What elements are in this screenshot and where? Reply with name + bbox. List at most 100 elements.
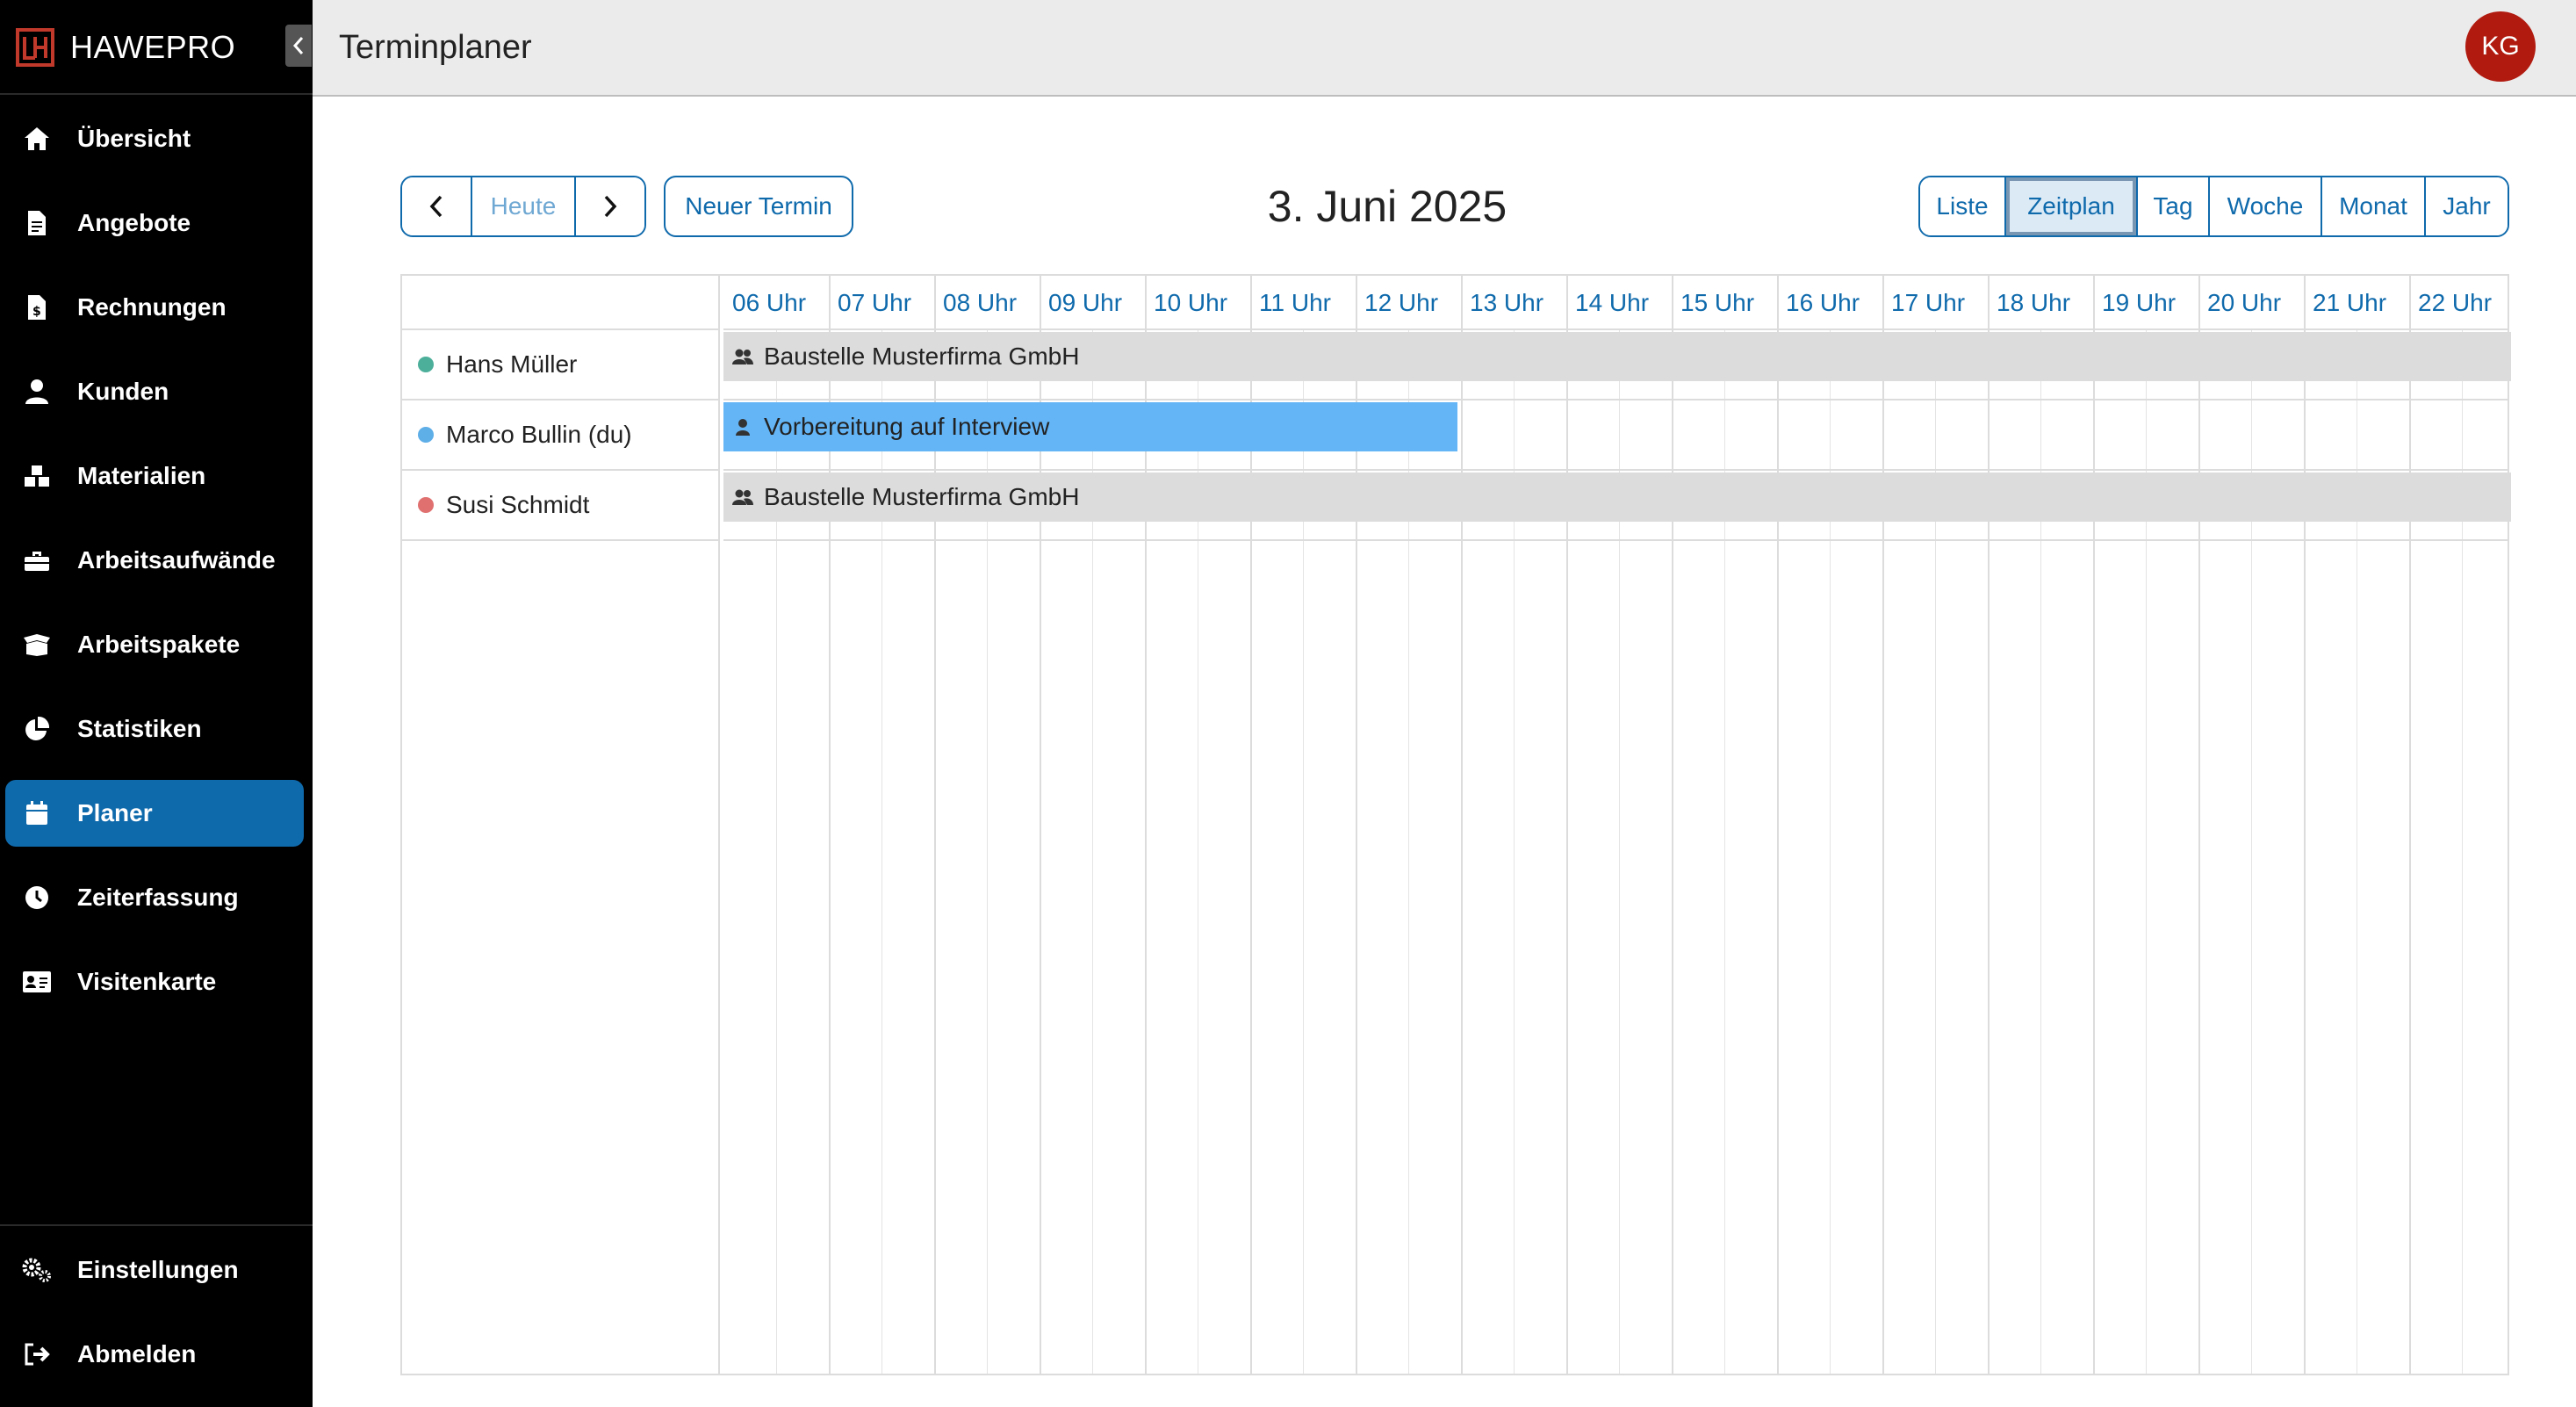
clock-icon bbox=[21, 882, 53, 913]
row-gridline bbox=[723, 539, 2509, 541]
hour-gridline bbox=[2198, 276, 2200, 1374]
sidebar-item-label: Planer bbox=[77, 799, 153, 826]
sidebar-item-label: Angebote bbox=[77, 209, 191, 236]
sidebar-item-label: Abmelden bbox=[77, 1340, 197, 1367]
hour-label: 07 Uhr bbox=[838, 289, 912, 316]
pie-chart-icon bbox=[21, 713, 53, 745]
sidebar-item-angebote[interactable]: Angebote bbox=[5, 190, 304, 256]
app-name: HAWEPRO bbox=[70, 29, 236, 65]
sidebar: HAWEPRO Übersicht Angebote $ Rechnungen bbox=[0, 0, 313, 1407]
chevron-left-icon bbox=[292, 37, 304, 54]
hour-gridline bbox=[1777, 276, 1779, 1374]
view-liste-button[interactable]: Liste bbox=[1920, 177, 2004, 235]
hour-gridline bbox=[1882, 276, 1884, 1374]
hour-label: 09 Uhr bbox=[1048, 289, 1123, 316]
view-zeitplan-button[interactable]: Zeitplan bbox=[2004, 177, 2136, 235]
sidebar-divider bbox=[0, 1224, 313, 1226]
box-open-icon bbox=[21, 629, 53, 660]
sidebar-item-planer[interactable]: Planer bbox=[5, 780, 304, 847]
hour-gridline bbox=[1672, 276, 1673, 1374]
view-tag-button[interactable]: Tag bbox=[2136, 177, 2208, 235]
sidebar-item-arbeitsaufwaende[interactable]: Arbeitsaufwände bbox=[5, 527, 304, 594]
calendar-event[interactable]: Baustelle Musterfirma GmbH bbox=[723, 332, 2511, 381]
resource-color-dot bbox=[418, 357, 434, 372]
sidebar-item-materialien[interactable]: Materialien bbox=[5, 443, 304, 509]
hour-label: 18 Uhr bbox=[1997, 289, 2071, 316]
sidebar-item-abmelden[interactable]: Abmelden bbox=[5, 1321, 304, 1388]
hour-gridline bbox=[1461, 276, 1463, 1374]
sidebar-item-label: Statistiken bbox=[77, 715, 202, 742]
view-monat-button[interactable]: Monat bbox=[2321, 177, 2424, 235]
hour-label: 13 Uhr bbox=[1470, 289, 1544, 316]
next-button[interactable] bbox=[574, 177, 644, 235]
page-title: Terminplaner bbox=[339, 29, 532, 66]
view-woche-button[interactable]: Woche bbox=[2208, 177, 2321, 235]
hour-label: 08 Uhr bbox=[943, 289, 1018, 316]
resource-header bbox=[402, 276, 718, 330]
view-switcher: Liste Zeitplan Tag Woche Monat Jahr bbox=[1918, 176, 2509, 237]
resource-color-dot bbox=[418, 497, 434, 513]
hour-header: 06 Uhr 07 Uhr 08 Uhr 09 Uhr 10 Uhr 11 Uhr 12 U… bbox=[723, 276, 2509, 330]
resource-row[interactable]: Susi Schmidt bbox=[402, 471, 718, 541]
sidebar-item-label: Visitenkarte bbox=[77, 968, 217, 995]
resource-column: Hans Müller Marco Bullin (du) Susi Schmi… bbox=[402, 276, 720, 1374]
gears-icon bbox=[21, 1254, 53, 1286]
calendar-event[interactable]: Vorbereitung auf Interview bbox=[723, 402, 1457, 451]
calendar-icon bbox=[21, 797, 53, 829]
hour-gridline bbox=[1566, 276, 1568, 1374]
resource-row[interactable]: Hans Müller bbox=[402, 330, 718, 400]
hour-label: 17 Uhr bbox=[1891, 289, 1966, 316]
calendar-event[interactable]: Baustelle Musterfirma GmbH bbox=[723, 473, 2511, 522]
top-header: Terminplaner KG bbox=[313, 0, 2576, 97]
collapse-sidebar-button[interactable] bbox=[285, 25, 312, 67]
avatar[interactable]: KG bbox=[2465, 11, 2536, 82]
sidebar-item-label: Übersicht bbox=[77, 125, 191, 152]
sidebar-item-label: Einstellungen bbox=[77, 1256, 239, 1283]
document-icon bbox=[21, 207, 53, 239]
row-gridline bbox=[723, 399, 2509, 400]
event-title: Baustelle Musterfirma GmbH bbox=[764, 483, 1080, 510]
event-title: Baustelle Musterfirma GmbH bbox=[764, 343, 1080, 370]
event-title: Vorbereitung auf Interview bbox=[764, 413, 1050, 440]
timeline-grid[interactable]: 06 Uhr 07 Uhr 08 Uhr 09 Uhr 10 Uhr 11 Uhr 12 U… bbox=[723, 276, 2511, 1374]
sidebar-item-statistiken[interactable]: Statistiken bbox=[5, 696, 304, 762]
resource-name: Hans Müller bbox=[446, 350, 578, 378]
sidebar-item-visitenkarte[interactable]: Visitenkarte bbox=[5, 949, 304, 1015]
sidebar-item-label: Materialien bbox=[77, 462, 206, 489]
sidebar-item-kunden[interactable]: Kunden bbox=[5, 358, 304, 425]
sidebar-item-arbeitspakete[interactable]: Arbeitspakete bbox=[5, 611, 304, 678]
cubes-icon bbox=[21, 460, 53, 492]
user-icon bbox=[730, 415, 755, 439]
sidebar-item-rechnungen[interactable]: $ Rechnungen bbox=[5, 274, 304, 341]
id-card-icon bbox=[21, 966, 53, 998]
chevron-right-icon bbox=[604, 195, 617, 218]
new-event-button[interactable]: Neuer Termin bbox=[664, 176, 853, 237]
hour-label: 06 Uhr bbox=[732, 289, 807, 316]
resource-row[interactable]: Marco Bullin (du) bbox=[402, 400, 718, 471]
user-icon bbox=[21, 376, 53, 408]
hour-label: 20 Uhr bbox=[2207, 289, 2282, 316]
sidebar-item-label: Rechnungen bbox=[77, 293, 227, 321]
timeline-scheduler: Hans Müller Marco Bullin (du) Susi Schmi… bbox=[400, 274, 2511, 1375]
sidebar-item-einstellungen[interactable]: Einstellungen bbox=[5, 1237, 304, 1303]
sidebar-item-label: Arbeitsaufwände bbox=[77, 546, 276, 574]
prev-button[interactable] bbox=[402, 177, 471, 235]
resource-color-dot bbox=[418, 427, 434, 443]
sidebar-item-uebersicht[interactable]: Übersicht bbox=[5, 105, 304, 172]
view-jahr-button[interactable]: Jahr bbox=[2424, 177, 2508, 235]
current-date-title: 3. Juni 2025 bbox=[1267, 182, 1507, 231]
today-button[interactable]: Heute bbox=[471, 177, 574, 235]
hour-label: 21 Uhr bbox=[2313, 289, 2387, 316]
hour-label: 16 Uhr bbox=[1786, 289, 1860, 316]
resource-name: Susi Schmidt bbox=[446, 491, 590, 518]
hour-gridline bbox=[1988, 276, 1990, 1374]
hour-label: 19 Uhr bbox=[2102, 289, 2177, 316]
date-navigation-group: Heute bbox=[400, 176, 646, 237]
sidebar-item-zeiterfassung[interactable]: Zeiterfassung bbox=[5, 864, 304, 931]
home-icon bbox=[21, 123, 53, 155]
users-icon bbox=[730, 344, 755, 369]
hour-label: 10 Uhr bbox=[1154, 289, 1228, 316]
sidebar-item-label: Arbeitspakete bbox=[77, 631, 241, 658]
hour-label: 15 Uhr bbox=[1680, 289, 1755, 316]
hawepro-logo-icon bbox=[16, 28, 54, 67]
